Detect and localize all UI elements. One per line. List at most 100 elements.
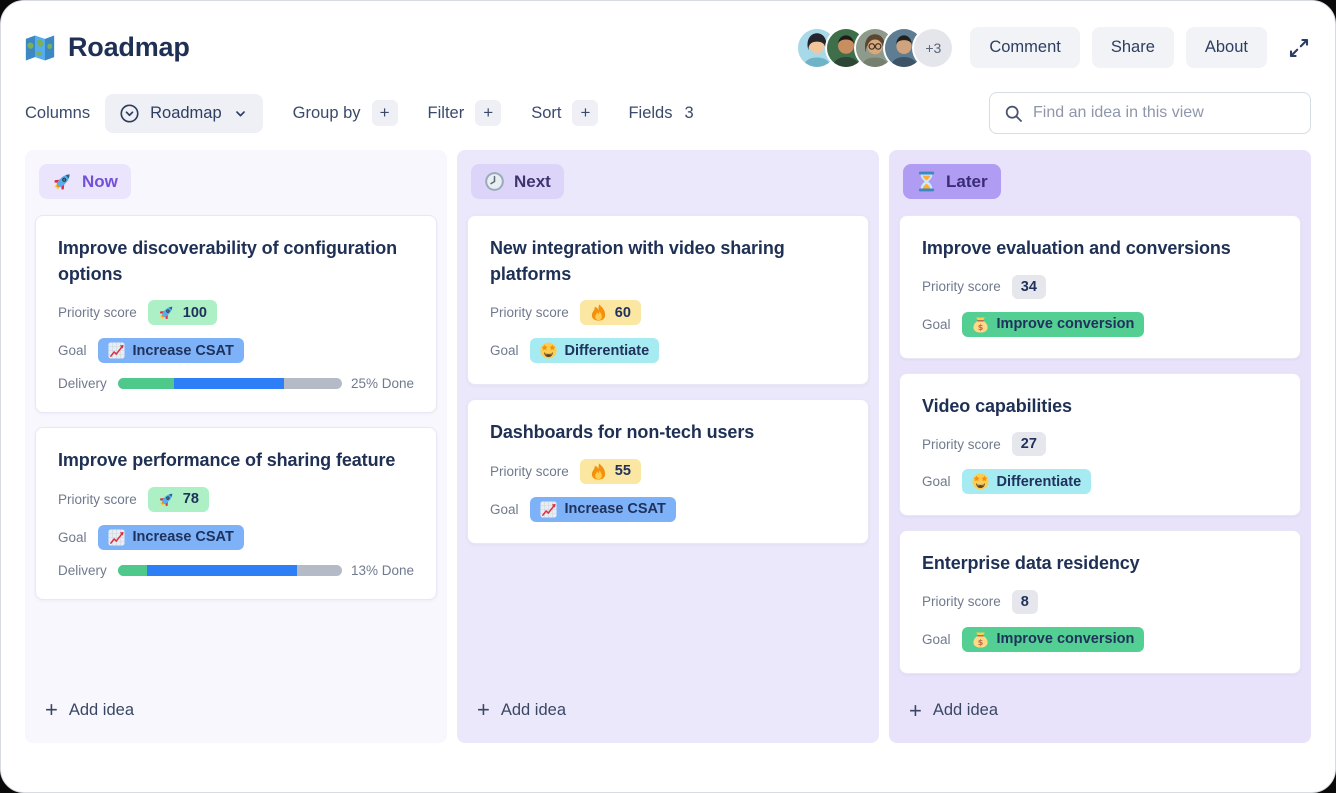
clock-icon xyxy=(484,171,505,192)
hourglass-icon xyxy=(916,171,937,192)
search-box xyxy=(989,92,1311,134)
idea-card[interactable]: Improve discoverability of configuration… xyxy=(35,215,437,413)
priority-score-badge: 8 xyxy=(1012,590,1038,614)
group-by-label: Group by xyxy=(293,104,361,123)
goal-value: Increase CSAT xyxy=(565,501,666,517)
idea-card[interactable]: Improve performance of sharing feature P… xyxy=(35,427,437,600)
chart-increasing-icon xyxy=(540,501,557,518)
add-idea-button[interactable]: + Add idea xyxy=(35,687,437,733)
goal-label: Goal xyxy=(490,343,519,358)
fields-label: Fields xyxy=(628,104,672,123)
column-now-label: Now xyxy=(82,172,118,192)
add-idea-label: Add idea xyxy=(501,701,566,720)
priority-score-badge: 78 xyxy=(148,487,209,512)
avatar-overflow-badge[interactable]: +3 xyxy=(914,29,952,67)
idea-title: Improve discoverability of configuration… xyxy=(58,236,414,287)
sort-label: Sort xyxy=(531,104,561,123)
goal-badge: Improve conversion xyxy=(962,627,1145,652)
sort-add-button[interactable]: + xyxy=(572,100,598,126)
idea-card[interactable]: Enterprise data residency Priority score… xyxy=(899,530,1301,674)
idea-card[interactable]: Dashboards for non-tech users Priority s… xyxy=(467,399,869,544)
idea-title: Enterprise data residency xyxy=(922,551,1278,577)
money-bag-icon xyxy=(972,631,989,648)
circle-chevron-icon xyxy=(119,103,140,124)
fire-icon xyxy=(590,463,607,480)
goal-value: Differentiate xyxy=(565,343,650,359)
column-now: Now Improve discoverability of configura… xyxy=(25,150,447,743)
goal-value: Differentiate xyxy=(997,474,1082,490)
progress-done-segment xyxy=(118,378,174,389)
column-later-label: Later xyxy=(946,172,988,192)
column-now-badge: Now xyxy=(39,164,131,199)
priority-score-value: 78 xyxy=(183,491,199,507)
roadmap-app: Roadmap +3 Comment Share About Columns R… xyxy=(0,0,1336,793)
group-by-add-button[interactable]: + xyxy=(372,100,398,126)
add-idea-label: Add idea xyxy=(69,701,134,720)
priority-score-label: Priority score xyxy=(922,594,1001,609)
idea-title: Dashboards for non-tech users xyxy=(490,420,846,446)
comment-button[interactable]: Comment xyxy=(970,27,1080,68)
header-actions: +3 Comment Share About xyxy=(798,27,1311,68)
avatar-group: +3 xyxy=(798,29,952,67)
rocket-icon xyxy=(158,304,175,321)
priority-score-value: 8 xyxy=(1021,594,1029,610)
board: Now Improve discoverability of configura… xyxy=(25,150,1311,743)
about-button[interactable]: About xyxy=(1186,27,1267,68)
priority-score-label: Priority score xyxy=(490,305,569,320)
add-idea-button[interactable]: + Add idea xyxy=(467,687,869,733)
search-input[interactable] xyxy=(1033,104,1297,122)
search-icon xyxy=(1003,103,1024,124)
priority-score-badge: 100 xyxy=(148,300,217,325)
view-selector-label: Roadmap xyxy=(150,104,222,123)
column-next-badge: Next xyxy=(471,164,564,199)
idea-title: Improve performance of sharing feature xyxy=(58,448,414,474)
idea-title: New integration with video sharing platf… xyxy=(490,236,846,287)
goal-label: Goal xyxy=(58,343,87,358)
goal-label: Goal xyxy=(490,502,519,517)
column-later: Later Improve evaluation and conversions… xyxy=(889,150,1311,743)
idea-card[interactable]: Improve evaluation and conversions Prior… xyxy=(899,215,1301,359)
priority-score-value: 55 xyxy=(615,463,631,479)
goal-badge: Increase CSAT xyxy=(98,525,244,550)
progress-inprogress-segment xyxy=(147,565,297,576)
idea-title: Improve evaluation and conversions xyxy=(922,236,1278,262)
chart-increasing-icon xyxy=(108,342,125,359)
filter-label: Filter xyxy=(428,104,465,123)
delivery-done-text: 25% Done xyxy=(351,376,414,391)
delivery-done-text: 13% Done xyxy=(351,563,414,578)
priority-score-label: Priority score xyxy=(922,437,1001,452)
group-by-control: Group by + xyxy=(293,100,398,126)
sort-control: Sort + xyxy=(531,100,598,126)
filter-add-button[interactable]: + xyxy=(475,100,501,126)
goal-label: Goal xyxy=(58,530,87,545)
priority-score-badge: 55 xyxy=(580,459,641,484)
star-struck-icon xyxy=(540,342,557,359)
share-button[interactable]: Share xyxy=(1092,27,1174,68)
column-later-badge: Later xyxy=(903,164,1001,199)
add-idea-button[interactable]: + Add idea xyxy=(899,688,1301,734)
fields-control[interactable]: Fields 3 xyxy=(628,104,693,123)
page-title: Roadmap xyxy=(68,32,190,63)
star-struck-icon xyxy=(972,473,989,490)
priority-score-badge: 34 xyxy=(1012,275,1046,299)
column-next-label: Next xyxy=(514,172,551,192)
view-selector-button[interactable]: Roadmap xyxy=(105,94,263,133)
goal-label: Goal xyxy=(922,632,951,647)
delivery-progress-bar xyxy=(118,565,342,576)
priority-score-value: 34 xyxy=(1021,279,1037,295)
delivery-label: Delivery xyxy=(58,563,107,578)
goal-value: Increase CSAT xyxy=(133,529,234,545)
plus-icon: + xyxy=(477,699,490,721)
priority-score-value: 27 xyxy=(1021,436,1037,452)
toolbar: Columns Roadmap Group by + Filter + Sort… xyxy=(25,92,1311,134)
rocket-icon xyxy=(158,491,175,508)
priority-score-label: Priority score xyxy=(922,279,1001,294)
priority-score-badge: 27 xyxy=(1012,432,1046,456)
page-title-wrap: Roadmap xyxy=(25,32,190,63)
rocket-icon xyxy=(52,171,73,192)
idea-title: Video capabilities xyxy=(922,394,1278,420)
expand-icon[interactable] xyxy=(1287,36,1311,60)
priority-score-label: Priority score xyxy=(490,464,569,479)
idea-card[interactable]: New integration with video sharing platf… xyxy=(467,215,869,385)
idea-card[interactable]: Video capabilities Priority score 27 Goa… xyxy=(899,373,1301,517)
